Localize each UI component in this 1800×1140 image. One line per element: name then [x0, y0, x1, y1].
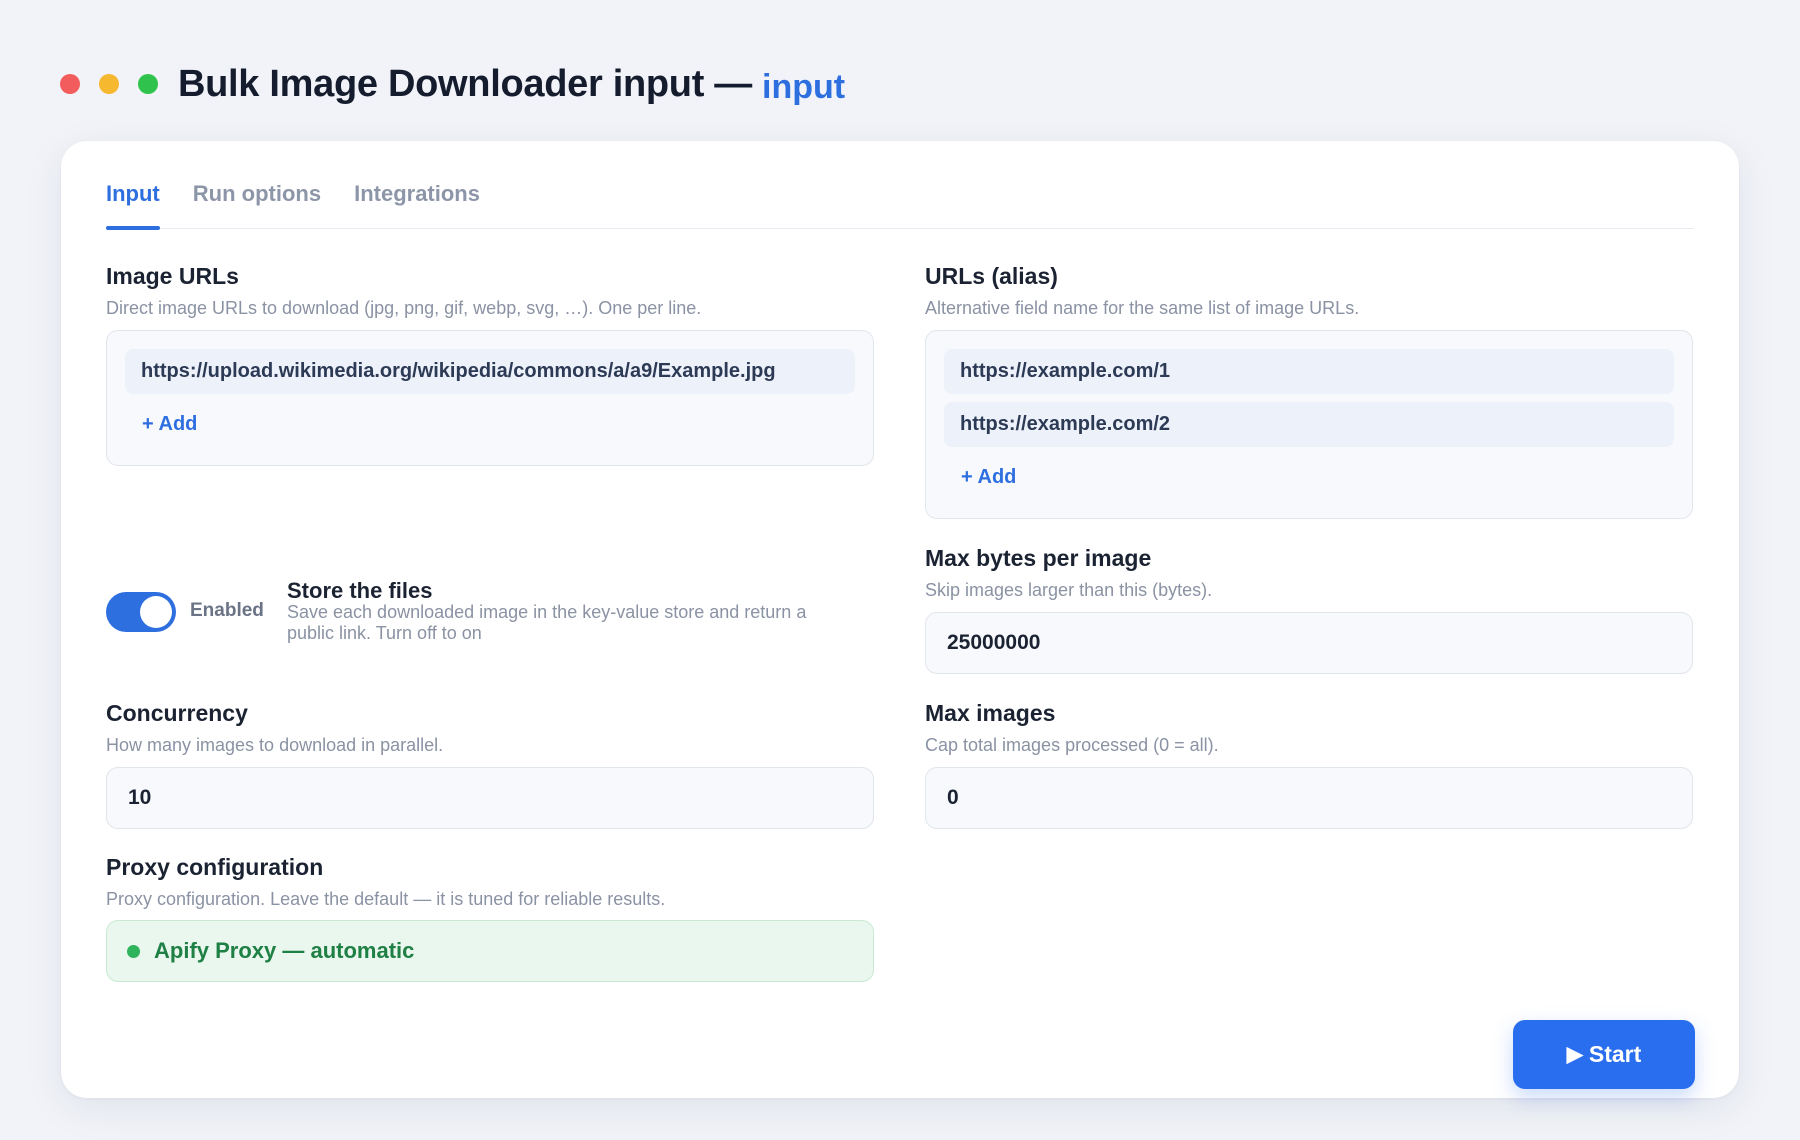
page-subtitle: input [762, 67, 846, 106]
store-files-toggle[interactable] [106, 592, 176, 632]
proxy-help: Proxy configuration. Leave the default —… [106, 889, 666, 909]
alias-url-item[interactable]: https://example.com/1 [944, 349, 1674, 394]
image-url-item[interactable]: https://upload.wikimedia.org/wikipedia/c… [125, 349, 855, 394]
urls-alias-list: https://example.com/1 https://example.co… [925, 330, 1693, 519]
image-urls-label: Image URLs [106, 263, 239, 289]
max-bytes-input[interactable]: 25000000 [925, 612, 1693, 674]
urls-alias-label: URLs (alias) [925, 263, 1058, 289]
max-images-input[interactable]: 0 [925, 767, 1693, 829]
window-titlebar: Bulk Image Downloader input — input [60, 58, 845, 110]
input-form-card: Input Run options Integrations Image URL… [61, 141, 1739, 1098]
minimize-window-dot[interactable] [99, 74, 119, 94]
store-files-help: Save each downloaded image in the key-va… [287, 602, 807, 643]
close-window-dot[interactable] [60, 74, 80, 94]
proxy-status-dot-icon [127, 944, 140, 958]
urls-alias-add-button[interactable]: + Add [961, 466, 1016, 489]
page-title: Bulk Image Downloader input — [178, 62, 753, 105]
proxy-label: Proxy configuration [106, 854, 324, 880]
toggle-knob [140, 596, 172, 628]
proxy-value: Apify Proxy — automatic [154, 938, 415, 963]
concurrency-help: How many images to download in parallel. [106, 735, 444, 755]
max-images-label: Max images [925, 700, 1056, 726]
max-bytes-label: Max bytes per image [925, 545, 1152, 571]
urls-alias-help: Alternative field name for the same list… [925, 298, 1360, 318]
tab-run-options[interactable]: Run options [193, 173, 321, 229]
store-files-title: Store the files [287, 578, 433, 603]
toggle-state-label: Enabled [190, 600, 264, 621]
proxy-config-selector[interactable]: Apify Proxy — automatic [106, 920, 874, 982]
concurrency-input[interactable]: 10 [106, 767, 874, 829]
start-button-label: Start [1588, 1041, 1642, 1067]
tab-input[interactable]: Input [106, 173, 160, 230]
max-images-help: Cap total images processed (0 = all). [925, 735, 1219, 755]
image-urls-add-button[interactable]: + Add [142, 413, 197, 436]
start-button[interactable]: ▶ Start [1513, 1020, 1695, 1089]
max-bytes-help: Skip images larger than this (bytes). [925, 580, 1213, 600]
image-urls-help: Direct image URLs to download (jpg, png,… [106, 298, 702, 318]
concurrency-label: Concurrency [106, 700, 248, 726]
image-urls-list: https://upload.wikimedia.org/wikipedia/c… [106, 330, 874, 466]
tab-bar: Input Run options Integrations [106, 173, 1694, 230]
maximize-window-dot[interactable] [138, 74, 158, 94]
alias-url-item[interactable]: https://example.com/2 [944, 402, 1674, 447]
play-icon: ▶ [1566, 1043, 1583, 1066]
tab-integrations[interactable]: Integrations [354, 173, 480, 229]
